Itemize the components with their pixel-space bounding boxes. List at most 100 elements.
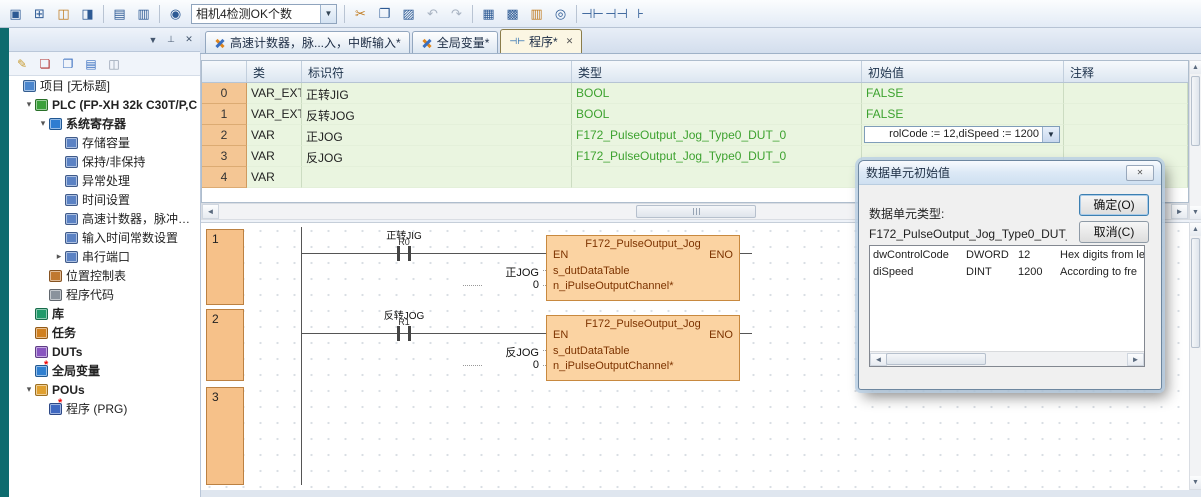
copy-button[interactable]: ❐ [373,3,396,25]
initial-value-list[interactable]: dwControlCode DWORD 12 Hex digits from l… [869,245,1145,367]
cut-button[interactable]: ✂ [349,3,372,25]
undo-button[interactable]: ↶ [421,3,444,25]
tree-item-global-variables[interactable]: * 全局变量 [9,361,200,380]
save-button[interactable]: ▣ [4,3,27,25]
panel-tool-library-icon[interactable]: ❏ [35,54,55,74]
table-row[interactable]: 0 VAR_EXTER... 正转JIG BOOL FALSE [202,83,1188,104]
table-row[interactable]: 1 VAR_EXTER... 反转JOG BOOL FALSE [202,104,1188,125]
expander-closed-icon[interactable]: ▸ [54,251,64,262]
project-offline-icon[interactable]: ◨ [76,3,99,25]
tree-item-library[interactable]: 库 [9,304,200,323]
input-operand[interactable]: 反JOG [463,344,542,360]
tree-item-memory-capacity[interactable]: 存储容量 [9,133,200,152]
contact-symbol[interactable] [408,326,411,341]
tree-item-time-setting[interactable]: 时间设置 [9,190,200,209]
scroll-right-icon[interactable]: ► [1127,353,1144,366]
expander-open-icon[interactable]: ▾ [24,384,34,395]
online-run-button[interactable]: ▥ [525,3,548,25]
grid-header-initial[interactable]: 初始值 [862,61,1064,82]
expander-open-icon[interactable]: ▾ [38,118,48,129]
online-monitor-button[interactable]: ▩ [501,3,524,25]
tree-item-hold-nonhold[interactable]: 保持/非保持 [9,152,200,171]
grid-vertical-scrollbar[interactable]: ▲ ▼ [1189,60,1201,220]
insert-coil-button[interactable]: ⊣⊣ [605,3,628,25]
scrollbar-thumb[interactable] [636,205,756,218]
entity-combobox[interactable]: 相机4检测OK个数 ▼ [191,4,337,24]
contact-symbol[interactable] [397,326,400,341]
list-item[interactable]: diSpeed DINT 1200 According to fre [870,263,1144,280]
rung-number-block[interactable]: 2 [206,309,244,381]
scroll-up-icon[interactable]: ▲ [1190,223,1201,236]
grid-header-comment[interactable]: 注释 [1064,61,1188,82]
tab-program[interactable]: ⊣⊢ 程序* ✕ [500,29,582,53]
grid-header-identifier[interactable]: 标识符 [302,61,572,82]
grid-header-class[interactable]: 类 [247,61,302,82]
combobox-dropdown-icon[interactable]: ▼ [1042,127,1059,142]
tree-item-tasks[interactable]: 任务 [9,323,200,342]
function-block[interactable]: F172_PulseOutput_Jog EN ENO s_dutDataTab… [546,235,740,301]
tree-item-hsc-pulse-interrupt[interactable]: 高速计数器，脉冲捕捉 [9,209,200,228]
tree-item-position-table[interactable]: 位置控制表 [9,266,200,285]
insert-contact-button[interactable]: ⊣⊢ [581,3,604,25]
dialog-horizontal-scrollbar[interactable]: ◄ ► [870,351,1144,366]
tree-item-system-registers[interactable]: ▾ 系统寄存器 [9,114,200,133]
find-button[interactable]: ◉ [164,3,187,25]
panel-tool-edit-icon[interactable]: ✎ [12,54,32,74]
insert-rung-button[interactable]: ⊦ [629,3,652,25]
tree-item-program-code[interactable]: 程序代码 [9,285,200,304]
tree-item-serial-port[interactable]: ▸ 串行端口 [9,247,200,266]
tab-hsc-settings[interactable]: 高速计数器，脉...入，中断输入* [205,31,410,53]
tab-global-variables[interactable]: 全局变量* [412,31,499,53]
table-row[interactable]: 2 VAR 正JOG F172_PulseOutput_Jog_Type0_DU… [202,125,1188,146]
scroll-left-icon[interactable]: ◄ [870,353,887,366]
dialog-titlebar[interactable]: 数据单元初始值 ✕ [859,161,1161,185]
panel-close-icon[interactable]: ✕ [181,33,197,47]
contact-symbol[interactable] [408,246,411,261]
expander-open-icon[interactable]: ▾ [24,99,34,110]
rung-number-block[interactable]: 3 [206,387,244,485]
cancel-button[interactable]: 取消(C) [1079,221,1149,243]
tab-close-icon[interactable]: ✕ [566,36,574,47]
ok-button[interactable]: 确定(O) [1079,194,1149,216]
tree-item-error-handling[interactable]: 异常处理 [9,171,200,190]
scroll-down-icon[interactable]: ▼ [1190,476,1201,489]
input-operand[interactable]: 正JOG [463,264,542,280]
input-operand[interactable]: 0 [483,279,542,291]
combobox-dropdown-icon[interactable]: ▼ [320,5,336,23]
tree-item-project[interactable]: 项目 [无标题] [9,76,200,95]
dialog-close-icon[interactable]: ✕ [1126,165,1154,181]
scroll-right-icon[interactable]: ► [1171,204,1188,219]
tree-item-plc[interactable]: ▾ PLC (FP-XH 32k C30T/P,C [9,95,200,114]
scrollbar-thumb[interactable] [1191,76,1200,146]
redo-button[interactable]: ↷ [445,3,468,25]
status-monitor-button[interactable]: ◎ [549,3,572,25]
initial-value-combobox[interactable]: rolCode := 12,diSpeed := 1200 ▼ [864,126,1060,143]
rung-number-block[interactable]: 1 [206,229,244,305]
function-block[interactable]: F172_PulseOutput_Jog EN ENO s_dutDataTab… [546,315,740,381]
scroll-down-icon[interactable]: ▼ [1190,206,1201,219]
panel-pin-icon[interactable]: ⊥ [163,33,179,47]
tree-item-pous[interactable]: ▾ POUs [9,380,200,399]
grid-header-type[interactable]: 类型 [572,61,862,82]
online-edit-button[interactable]: ▦ [477,3,500,25]
print-preview-button[interactable]: ▤ [108,3,131,25]
print-button[interactable]: ▥ [132,3,155,25]
collapsed-dock-strip[interactable] [0,28,9,497]
tree-item-duts[interactable]: DUTs [9,342,200,361]
project-online-icon[interactable]: ◫ [52,3,75,25]
ladder-vertical-scrollbar[interactable]: ▲ ▼ [1189,222,1201,490]
input-operand[interactable]: 0 [483,359,542,371]
paste-button[interactable]: ▨ [397,3,420,25]
transfer-button[interactable]: ⊞ [28,3,51,25]
panel-menu-icon[interactable]: ▼ [145,33,161,47]
panel-tool-book-icon[interactable]: ❐ [58,54,78,74]
tree-item-program-prg[interactable]: * 程序 (PRG) [9,399,200,418]
list-item[interactable]: dwControlCode DWORD 12 Hex digits from l… [870,246,1144,263]
scroll-left-icon[interactable]: ◄ [202,204,219,219]
panel-tool-list-icon[interactable]: ▤ [81,54,101,74]
panel-tool-window-icon[interactable]: ◫ [104,54,124,74]
contact-symbol[interactable] [397,246,400,261]
scroll-up-icon[interactable]: ▲ [1190,61,1201,74]
scrollbar-thumb[interactable] [886,353,986,365]
tree-item-input-time-constant[interactable]: 输入时间常数设置 [9,228,200,247]
